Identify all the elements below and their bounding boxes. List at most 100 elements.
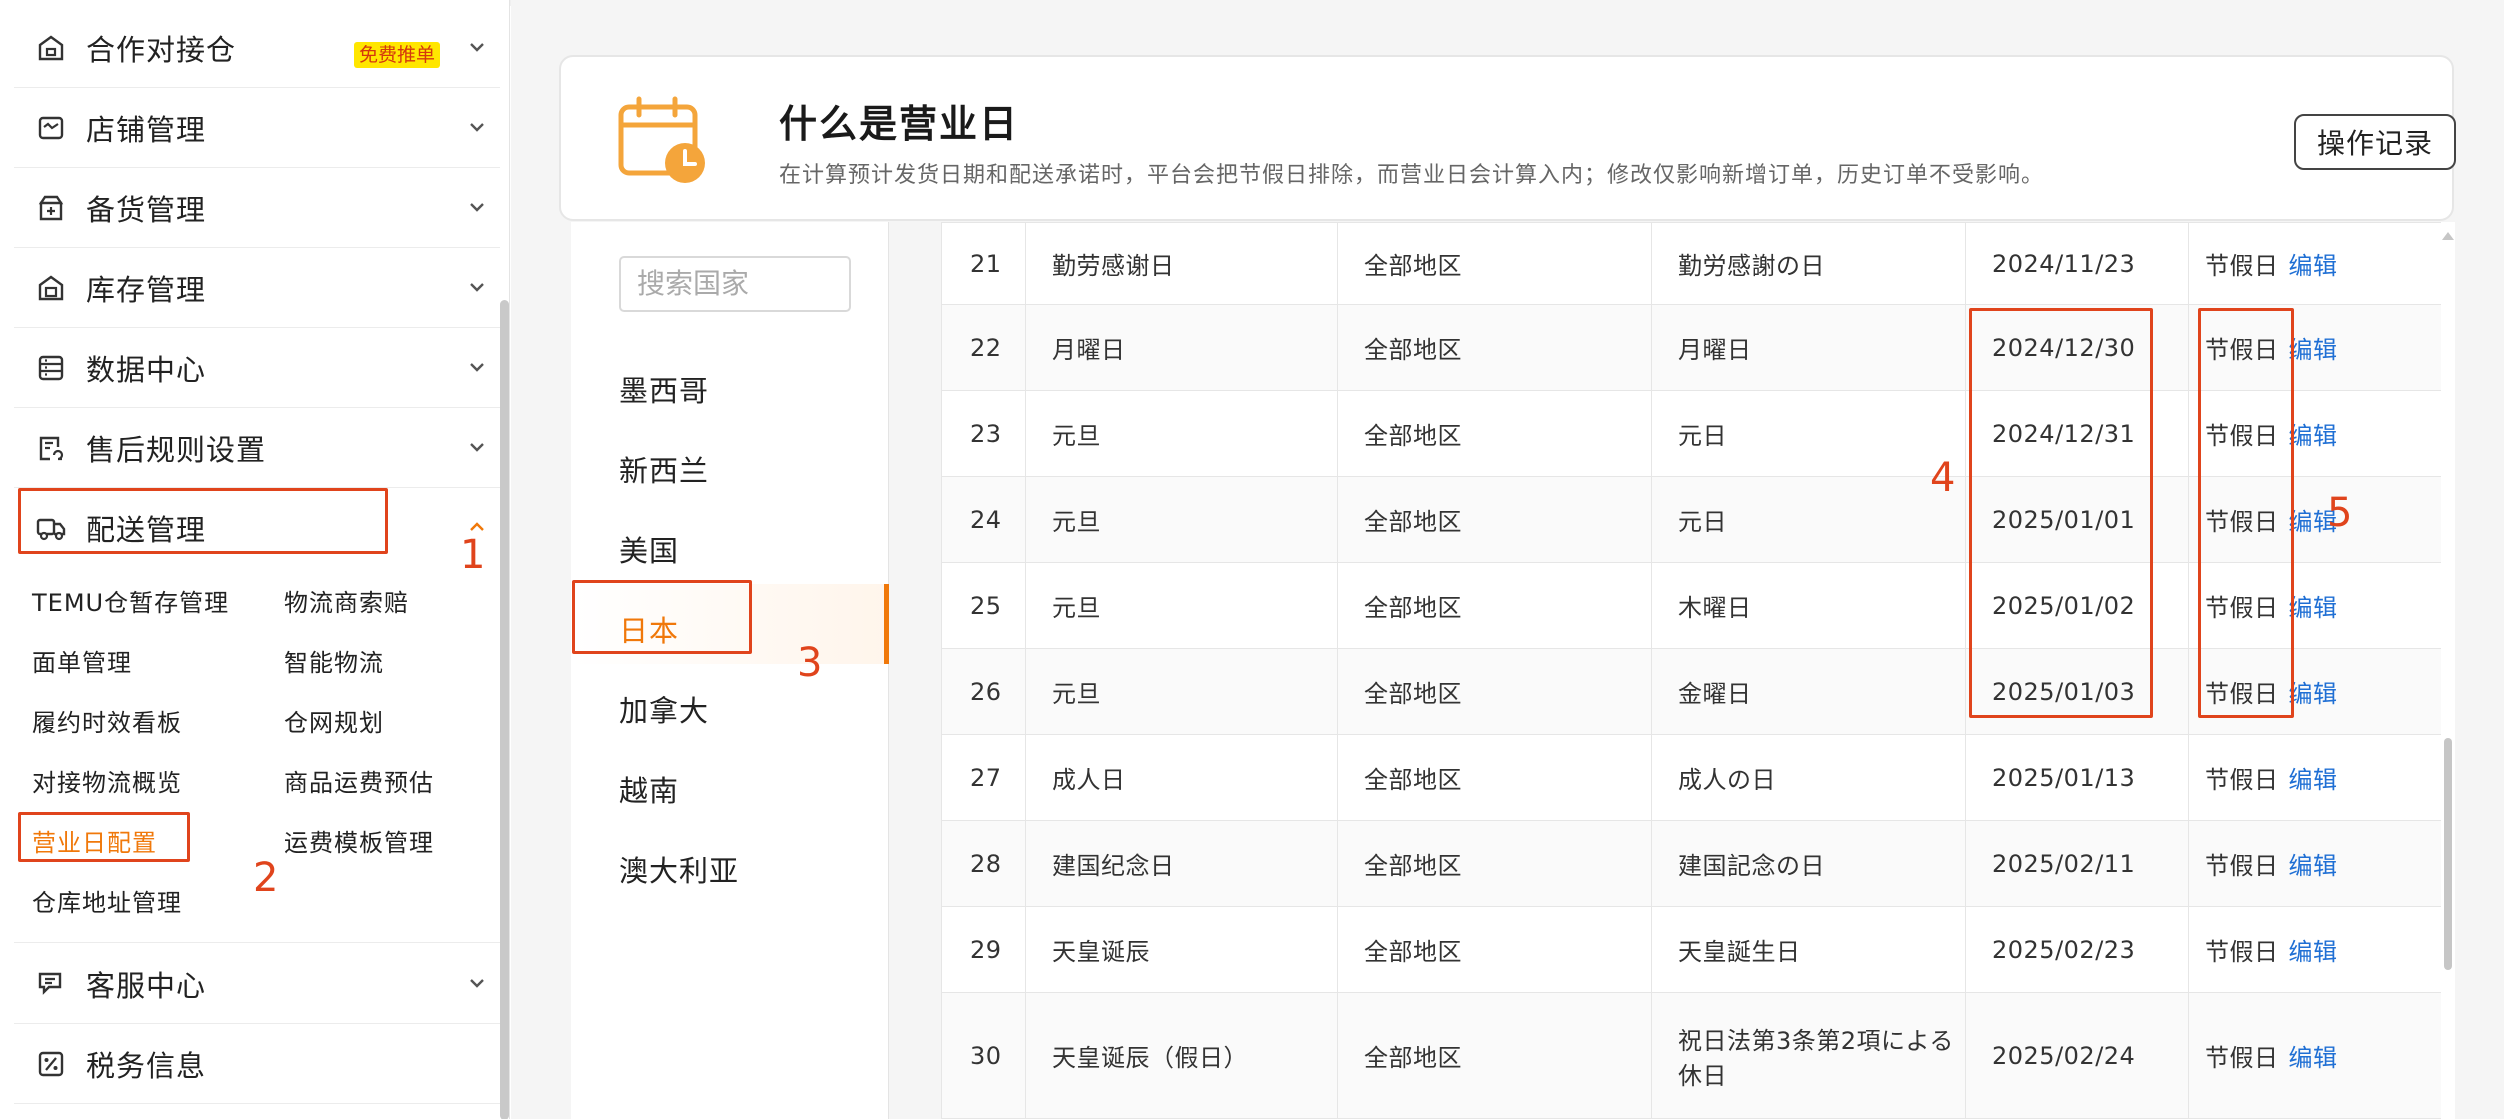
day-type-label: 节假日	[2205, 252, 2279, 280]
annotation-number: 2	[253, 855, 279, 901]
cell-number: 25	[941, 562, 1026, 649]
cell-type: 节假日 编辑	[2188, 906, 2441, 993]
cell-local-name: 成人の日	[1651, 734, 1966, 821]
menu-item-tax-info[interactable]: 税务信息	[14, 1024, 500, 1104]
aftersale-icon	[32, 429, 70, 467]
menu-label: 售后规则设置	[86, 432, 267, 467]
menu-item-aftersale-rules[interactable]: 售后规则设置	[14, 408, 500, 488]
scroll-up-arrow-icon[interactable]	[2442, 232, 2454, 240]
stock-icon	[32, 189, 70, 227]
cell-local-name: 祝日法第3条第2項による休日	[1651, 992, 1966, 1119]
operation-log-button[interactable]: 操作记录	[2294, 114, 2456, 170]
edit-link[interactable]: 编辑	[2289, 594, 2338, 622]
country-item[interactable]: 美国	[619, 528, 679, 570]
cell-date: 2025/02/11	[1965, 820, 2189, 907]
submenu-warehouse-address[interactable]: 仓库地址管理	[32, 883, 182, 918]
day-type-label: 节假日	[2205, 938, 2279, 966]
cell-holiday-name: 元旦	[1025, 476, 1338, 563]
country-panel: 搜索国家 墨西哥 新西兰 美国 日本 加拿大 越南 澳大利亚	[571, 222, 889, 1119]
edit-link[interactable]: 编辑	[2289, 852, 2338, 880]
edit-link[interactable]: 编辑	[2289, 938, 2338, 966]
cell-type: 节假日 编辑	[2188, 820, 2441, 907]
sidebar-scrollbar[interactable]	[500, 300, 509, 1119]
cell-date: 2025/02/24	[1965, 992, 2189, 1119]
country-item[interactable]: 墨西哥	[619, 368, 709, 410]
edit-link[interactable]: 编辑	[2289, 252, 2338, 280]
submenu-fulfillment-board[interactable]: 履约时效看板	[32, 703, 182, 738]
chevron-down-icon[interactable]	[466, 436, 488, 458]
annotation-number: 5	[2327, 490, 2353, 536]
table-row: 27 成人日 全部地区 成人の日 2025/01/13 节假日 编辑	[941, 734, 2441, 821]
store-icon	[32, 109, 70, 147]
country-item[interactable]: 加拿大	[619, 688, 709, 730]
cell-holiday-name: 元旦	[1025, 562, 1338, 649]
cell-holiday-name: 元旦	[1025, 648, 1338, 735]
menu-item-stock-management[interactable]: 备货管理	[14, 168, 500, 248]
table-scrollbar-track	[2441, 222, 2455, 1119]
chevron-down-icon[interactable]	[466, 276, 488, 298]
cell-region: 全部地区	[1337, 992, 1652, 1119]
annotation-box-4	[1969, 308, 2153, 718]
percent-icon	[32, 1045, 70, 1083]
cell-region: 全部地区	[1337, 562, 1652, 649]
menu-item-store-management[interactable]: 店铺管理	[14, 88, 500, 168]
cell-number: 21	[941, 222, 1026, 305]
country-item[interactable]: 澳大利亚	[619, 848, 739, 890]
cell-region: 全部地区	[1337, 304, 1652, 391]
cell-region: 全部地区	[1337, 476, 1652, 563]
country-item[interactable]: 新西兰	[619, 448, 709, 490]
cell-local-name: 元日	[1651, 476, 1966, 563]
submenu-logistics-claims[interactable]: 物流商索赔	[284, 583, 409, 618]
submenu-freight-estimate[interactable]: 商品运费预估	[284, 763, 434, 798]
menu-item-inventory-management[interactable]: 库存管理	[14, 248, 500, 328]
page-description: 在计算预计发货日期和配送承诺时，平台会把节假日排除，而营业日会计算入内；修改仅影…	[779, 163, 2045, 188]
edit-link[interactable]: 编辑	[2289, 336, 2338, 364]
cell-date: 2025/02/23	[1965, 906, 2189, 993]
table-row: 21 勤劳感谢日 全部地区 勤労感謝の日 2024/11/23 节假日 编辑	[941, 222, 2441, 305]
edit-link[interactable]: 编辑	[2289, 680, 2338, 708]
cell-number: 28	[941, 820, 1026, 907]
menu-item-cooperation-warehouse[interactable]: 合作对接仓 免费推单	[14, 8, 500, 88]
menu-label: 备货管理	[86, 192, 207, 227]
cell-holiday-name: 天皇诞辰	[1025, 906, 1338, 993]
warehouse-icon	[32, 29, 70, 67]
cell-type: 节假日 编辑	[2188, 992, 2441, 1119]
cell-date: 2024/11/23	[1965, 222, 2189, 305]
submenu-smart-logistics[interactable]: 智能物流	[284, 643, 384, 678]
menu-item-data-center[interactable]: 数据中心	[14, 328, 500, 408]
country-search-input[interactable]: 搜索国家	[619, 256, 851, 312]
table-row: 28 建国纪念日 全部地区 建国記念の日 2025/02/11 节假日 编辑	[941, 820, 2441, 907]
cell-holiday-name: 成人日	[1025, 734, 1338, 821]
chevron-down-icon[interactable]	[466, 972, 488, 994]
edit-link[interactable]: 编辑	[2289, 422, 2338, 450]
cell-region: 全部地区	[1337, 648, 1652, 735]
country-item[interactable]: 越南	[619, 768, 679, 810]
submenu-temu-storage[interactable]: TEMU仓暂存管理	[32, 583, 229, 618]
inventory-icon	[32, 269, 70, 307]
cell-number: 24	[941, 476, 1026, 563]
menu-item-customer-service[interactable]: 客服中心	[14, 944, 500, 1024]
menu-label: 客服中心	[86, 968, 207, 1003]
menu-label: 税务信息	[86, 1048, 207, 1083]
submenu-waybill[interactable]: 面单管理	[32, 643, 132, 678]
annotation-box-2	[18, 812, 190, 862]
chevron-down-icon[interactable]	[466, 116, 488, 138]
cell-holiday-name: 月曜日	[1025, 304, 1338, 391]
edit-link[interactable]: 编辑	[2289, 766, 2338, 794]
day-type-label: 节假日	[2205, 1044, 2279, 1072]
cell-type: 节假日 编辑	[2188, 222, 2441, 305]
submenu-logistics-overview[interactable]: 对接物流概览	[32, 763, 182, 798]
chevron-down-icon[interactable]	[466, 356, 488, 378]
edit-link[interactable]: 编辑	[2289, 1044, 2338, 1072]
cell-date: 2025/01/13	[1965, 734, 2189, 821]
table-scrollbar[interactable]	[2444, 738, 2452, 970]
info-card: 什么是营业日 在计算预计发货日期和配送承诺时，平台会把节假日排除，而营业日会计算…	[559, 55, 2456, 221]
submenu-warehouse-network[interactable]: 仓网规划	[284, 703, 384, 738]
data-icon	[32, 349, 70, 387]
chevron-down-icon[interactable]	[466, 196, 488, 218]
cell-region: 全部地区	[1337, 734, 1652, 821]
chevron-down-icon[interactable]	[466, 36, 488, 58]
submenu-freight-template[interactable]: 运费模板管理	[284, 823, 434, 858]
cell-local-name: 月曜日	[1651, 304, 1966, 391]
cell-local-name: 勤労感謝の日	[1651, 222, 1966, 305]
